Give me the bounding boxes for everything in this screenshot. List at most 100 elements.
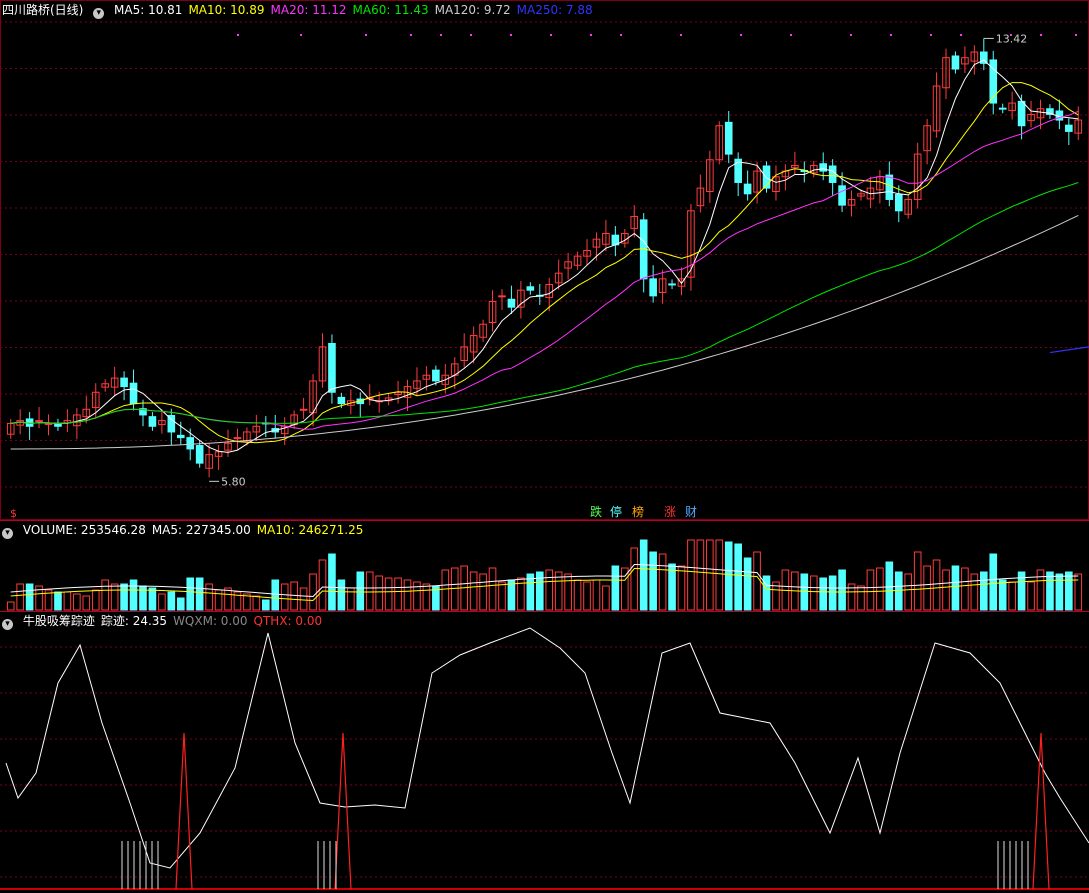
volume-bar xyxy=(1065,571,1073,611)
volume-bar xyxy=(838,569,846,611)
volume-bar xyxy=(1046,571,1054,611)
volume-bar xyxy=(857,585,865,611)
volume-bar xyxy=(800,573,809,611)
volume-bar xyxy=(630,547,639,611)
volume-bar xyxy=(715,539,724,611)
candle-body xyxy=(951,55,960,70)
volume-bar xyxy=(913,551,922,611)
event-mark xyxy=(740,34,742,36)
candle-body xyxy=(828,165,837,183)
price-chart[interactable]: 13.42 5.80 xyxy=(0,0,1089,520)
volume-bar xyxy=(25,583,34,611)
candle-body xyxy=(885,174,894,200)
candle-body xyxy=(432,369,440,382)
candle-body xyxy=(998,107,1007,110)
volume-bar xyxy=(554,571,563,611)
candle-body xyxy=(186,437,195,450)
event-mark xyxy=(440,34,442,36)
candle-body xyxy=(507,298,516,308)
candle-body xyxy=(148,416,157,427)
volume-bar xyxy=(365,571,374,611)
volume-bar xyxy=(687,539,695,611)
volume-bar xyxy=(488,567,497,611)
candle-body xyxy=(176,434,185,439)
volume-bar xyxy=(309,573,317,611)
candle-body xyxy=(129,382,138,405)
candle-body xyxy=(337,396,346,405)
volume-bar xyxy=(356,571,365,611)
volume-bar xyxy=(73,593,81,611)
volume-bar xyxy=(129,579,138,611)
volume-bar xyxy=(819,577,828,611)
event-mark xyxy=(550,34,552,36)
event-mark xyxy=(890,34,892,36)
event-mark xyxy=(790,34,792,36)
volume-bar xyxy=(403,579,412,611)
panel-divider-2 xyxy=(0,611,1089,612)
volume-bar xyxy=(828,575,837,611)
indicator-line xyxy=(5,627,1089,869)
qthx-spike xyxy=(175,732,193,890)
volume-chart[interactable] xyxy=(0,520,1089,615)
volume-bar xyxy=(280,583,289,611)
volume-bar xyxy=(592,579,601,611)
volume-bar xyxy=(299,587,308,611)
volume-bar xyxy=(158,593,166,611)
volume-bar xyxy=(932,559,941,611)
event-mark xyxy=(590,34,592,36)
volume-bar xyxy=(82,595,91,611)
volume-bar xyxy=(583,581,591,611)
volume-bar xyxy=(252,595,261,611)
event-mark xyxy=(237,34,239,36)
volume-bar xyxy=(649,551,657,611)
volume-bar xyxy=(110,583,119,611)
indicator-chart[interactable] xyxy=(0,613,1089,893)
candle-body xyxy=(1065,124,1073,132)
volume-bar xyxy=(1074,573,1083,611)
volume-bar xyxy=(205,583,213,611)
candle-body xyxy=(195,445,204,464)
volume-bar xyxy=(479,573,487,611)
volume-bar xyxy=(545,569,554,611)
candle-body xyxy=(299,408,308,411)
volume-bar xyxy=(91,589,100,611)
volume-bar xyxy=(1008,581,1016,611)
candle-body xyxy=(498,295,506,298)
volume-bar xyxy=(904,573,913,611)
qthx-spike xyxy=(334,732,352,890)
volume-bar xyxy=(942,569,950,611)
candle-body xyxy=(233,437,242,440)
volume-bar xyxy=(979,571,988,611)
volume-bar xyxy=(63,591,72,611)
candle-body xyxy=(120,377,128,388)
s-marker: $ xyxy=(10,507,17,520)
signal-badge-1[interactable]: 停 xyxy=(608,505,624,519)
volume-bar xyxy=(224,587,232,611)
candle-body xyxy=(1017,100,1026,127)
signal-badge-4[interactable]: 财 xyxy=(683,505,699,519)
volume-bar xyxy=(724,541,733,611)
volume-bar xyxy=(885,561,894,611)
volume-bar xyxy=(498,581,506,611)
event-mark xyxy=(960,34,962,36)
volume-bar xyxy=(998,579,1007,611)
volume-bar xyxy=(951,565,960,611)
event-mark xyxy=(930,34,932,36)
signal-badge-0[interactable]: 跌 xyxy=(588,505,604,519)
volume-bar xyxy=(441,569,450,611)
volume-bar xyxy=(526,573,535,611)
volume-bar xyxy=(261,599,270,611)
candle-body xyxy=(743,183,752,195)
signal-badge-2[interactable]: 榜 xyxy=(630,505,646,519)
volume-bar xyxy=(677,565,686,611)
volume-bar xyxy=(347,587,355,611)
volume-bar xyxy=(989,553,998,611)
candle-body xyxy=(526,286,535,291)
event-mark xyxy=(410,34,412,36)
signal-badge-3[interactable]: 涨 xyxy=(662,505,678,519)
volume-bar xyxy=(469,571,478,611)
volume-bar xyxy=(384,577,393,611)
volume-bar xyxy=(195,577,204,611)
volume-bar xyxy=(422,583,431,611)
volume-bar xyxy=(639,539,648,611)
